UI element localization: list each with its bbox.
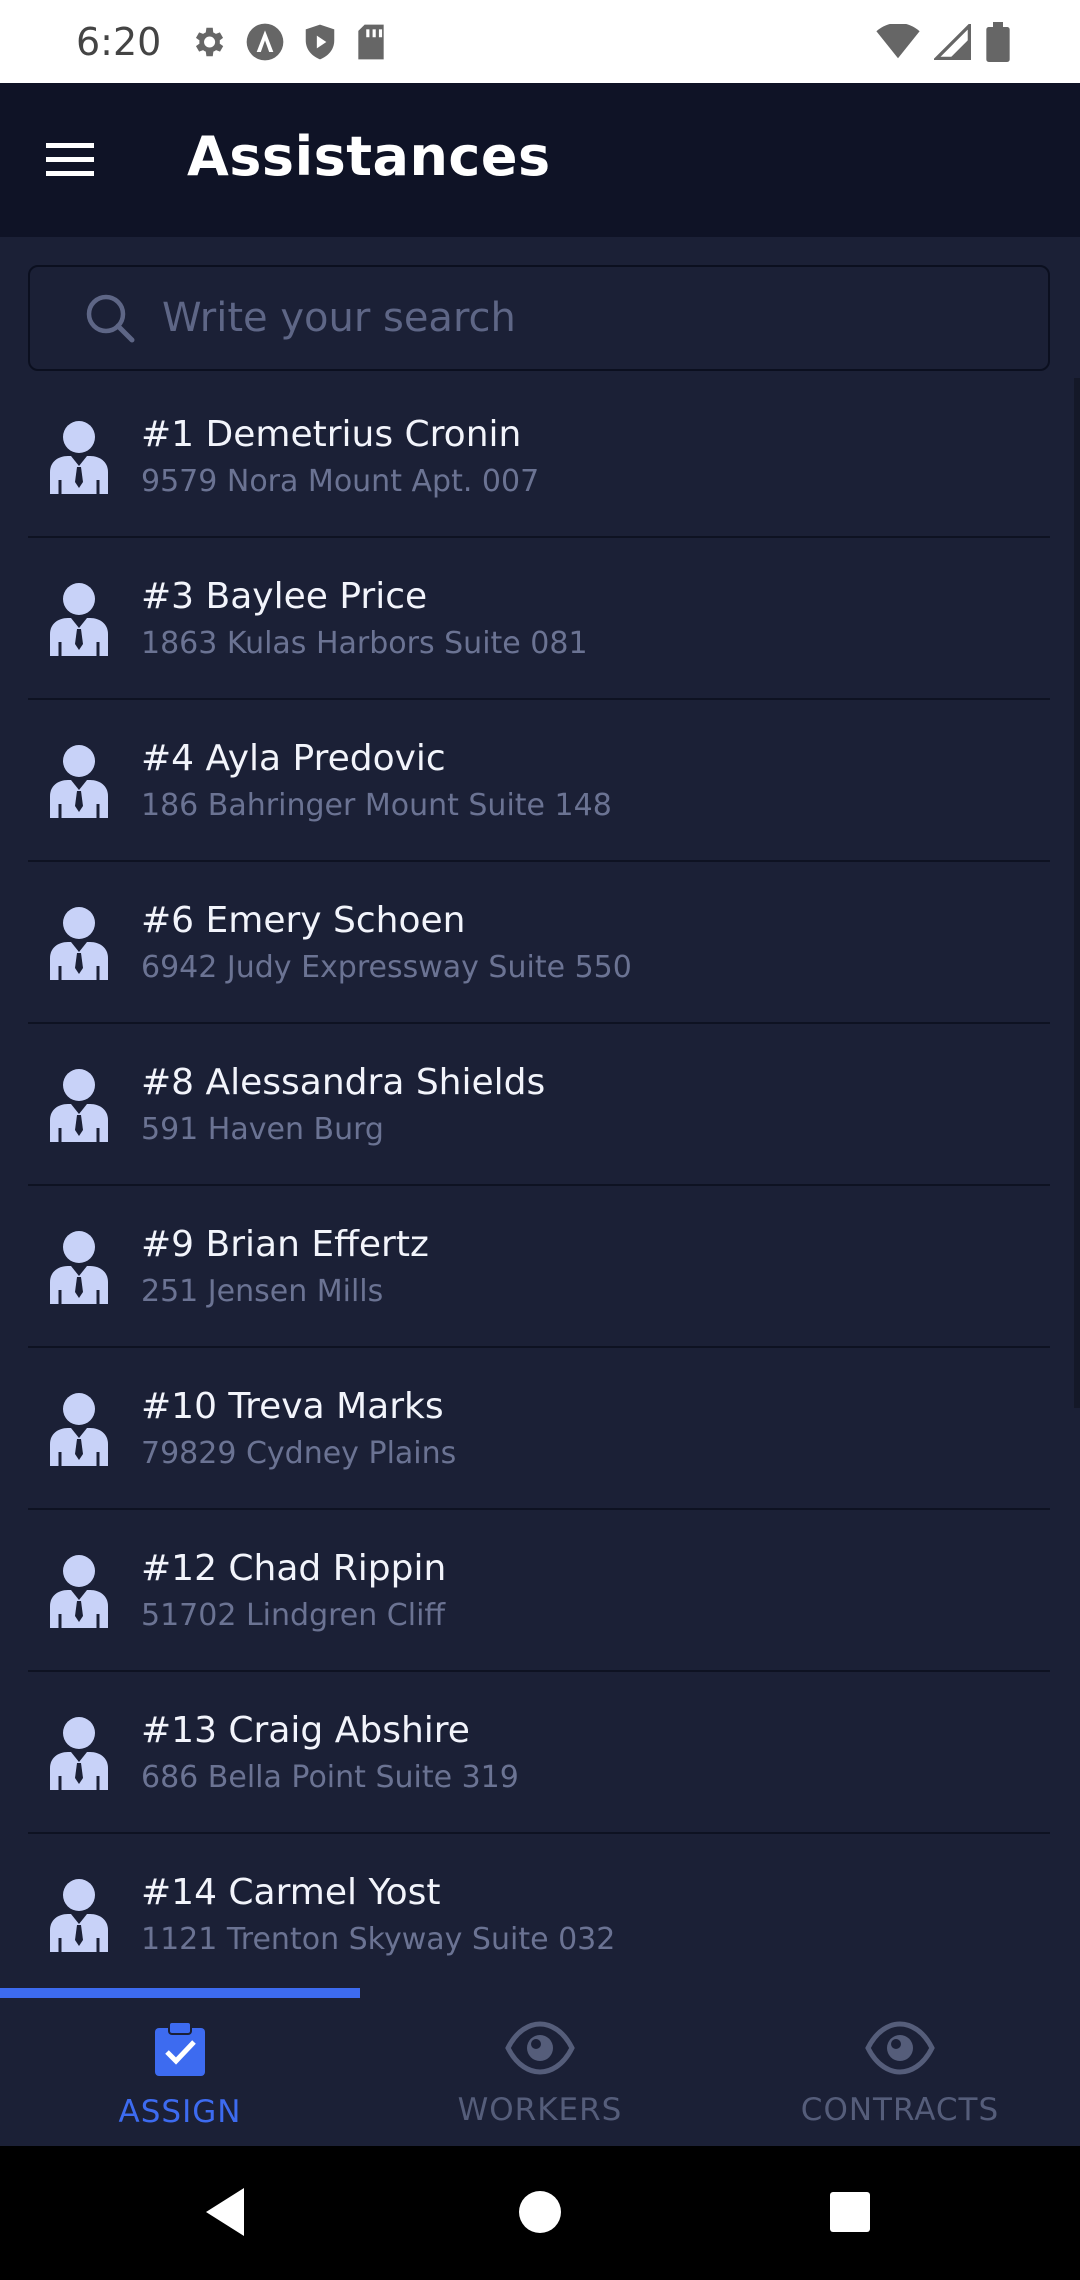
tab-label: ASSIGN xyxy=(118,2094,242,2130)
list-item-subtitle: 251 Jensen Mills xyxy=(141,1274,384,1309)
active-tab-indicator xyxy=(0,1988,360,1998)
tab-label: CONTRACTS xyxy=(800,2092,1000,2128)
list-item-subtitle: 51702 Lindgren Cliff xyxy=(141,1598,446,1633)
sd-card-icon xyxy=(355,23,387,61)
eye-icon xyxy=(505,1998,575,2080)
app-bar: Assistances xyxy=(0,83,1080,237)
list-item[interactable]: #12 Chad Rippin 51702 Lindgren Cliff xyxy=(28,1510,1050,1672)
list-item[interactable]: #6 Emery Schoen 6942 Judy Expressway Sui… xyxy=(28,862,1050,1024)
settings-icon xyxy=(189,23,227,61)
home-icon[interactable] xyxy=(516,2184,564,2244)
list-item[interactable]: #13 Craig Abshire 686 Bella Point Suite … xyxy=(28,1672,1050,1834)
status-icons-right xyxy=(876,0,1010,83)
list-item[interactable]: #1 Demetrius Cronin 9579 Nora Mount Apt.… xyxy=(28,376,1050,538)
tab-contracts[interactable]: CONTRACTS xyxy=(720,1998,1080,2146)
tab-assign[interactable]: ASSIGN xyxy=(0,1998,360,2146)
status-icons-left xyxy=(189,22,387,62)
eye-icon xyxy=(865,1998,935,2080)
list-item[interactable]: #10 Treva Marks 79829 Cydney Plains xyxy=(28,1348,1050,1510)
search-box[interactable] xyxy=(28,265,1050,371)
list-item-title: #4 Ayla Predovic xyxy=(141,738,446,779)
battery-icon xyxy=(986,21,1010,62)
list-item[interactable]: #3 Baylee Price 1863 Kulas Harbors Suite… xyxy=(28,538,1050,700)
tab-label: WORKERS xyxy=(457,2092,623,2128)
tab-workers[interactable]: WORKERS xyxy=(360,1998,720,2146)
person-icon xyxy=(48,420,110,494)
list-item-title: #9 Brian Effertz xyxy=(141,1224,429,1265)
list-item-title: #13 Craig Abshire xyxy=(141,1710,470,1751)
shield-icon xyxy=(303,23,337,61)
list-item-subtitle: 1863 Kulas Harbors Suite 081 xyxy=(141,626,588,661)
search-icon xyxy=(82,290,138,346)
list-item-subtitle: 186 Bahringer Mount Suite 148 xyxy=(141,788,612,823)
list-item-subtitle: 686 Bella Point Suite 319 xyxy=(141,1760,519,1795)
list-item[interactable]: #9 Brian Effertz 251 Jensen Mills xyxy=(28,1186,1050,1348)
clipboard-check-icon xyxy=(152,1998,208,2082)
list-item-title: #14 Carmel Yost xyxy=(141,1872,441,1913)
person-icon xyxy=(48,744,110,818)
person-icon xyxy=(48,1068,110,1142)
page-title: Assistances xyxy=(187,125,551,188)
person-icon xyxy=(48,1554,110,1628)
status-bar: 6:20 xyxy=(0,0,1080,83)
android-auto-icon xyxy=(245,22,285,62)
list-item-title: #10 Treva Marks xyxy=(141,1386,444,1427)
status-time: 6:20 xyxy=(76,19,162,64)
recents-icon[interactable] xyxy=(826,2184,874,2244)
list-item[interactable]: #14 Carmel Yost 1121 Trenton Skyway Suit… xyxy=(28,1834,1050,1968)
scrollbar[interactable] xyxy=(1074,378,1080,1408)
back-icon[interactable] xyxy=(200,2184,250,2244)
system-navigation-bar xyxy=(0,2146,1080,2280)
list-item-title: #6 Emery Schoen xyxy=(141,900,466,941)
search-input[interactable] xyxy=(160,277,1048,359)
bottom-navigation: ASSIGN WORKERS CONTRACTS xyxy=(0,1988,1080,2146)
list-item-title: #8 Alessandra Shields xyxy=(141,1062,546,1103)
hamburger-menu-icon[interactable] xyxy=(42,133,98,189)
wifi-icon xyxy=(876,23,920,60)
list-item[interactable]: #8 Alessandra Shields 591 Haven Burg xyxy=(28,1024,1050,1186)
list-item-subtitle: 6942 Judy Expressway Suite 550 xyxy=(141,950,632,985)
signal-icon xyxy=(934,23,972,60)
person-icon xyxy=(48,1716,110,1790)
list-item-title: #1 Demetrius Cronin xyxy=(141,414,522,455)
list-item[interactable]: #4 Ayla Predovic 186 Bahringer Mount Sui… xyxy=(28,700,1050,862)
list-item-title: #3 Baylee Price xyxy=(141,576,428,617)
person-icon xyxy=(48,582,110,656)
person-icon xyxy=(48,1878,110,1952)
list-item-subtitle: 9579 Nora Mount Apt. 007 xyxy=(141,464,540,499)
list-item-subtitle: 79829 Cydney Plains xyxy=(141,1436,457,1471)
person-icon xyxy=(48,906,110,980)
assistance-list[interactable]: #1 Demetrius Cronin 9579 Nora Mount Apt.… xyxy=(28,376,1050,1968)
person-icon xyxy=(48,1230,110,1304)
person-icon xyxy=(48,1392,110,1466)
list-item-title: #12 Chad Rippin xyxy=(141,1548,447,1589)
list-item-subtitle: 591 Haven Burg xyxy=(141,1112,384,1147)
list-item-subtitle: 1121 Trenton Skyway Suite 032 xyxy=(141,1922,616,1957)
